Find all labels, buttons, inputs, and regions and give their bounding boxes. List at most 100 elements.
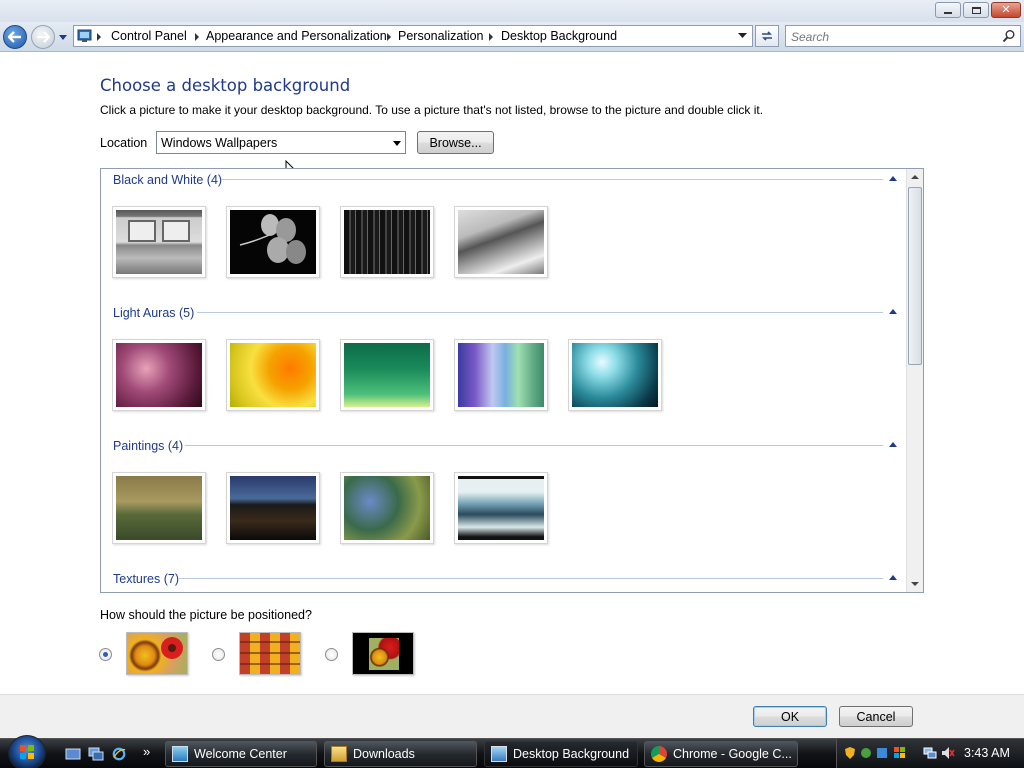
- maximize-icon: [971, 6, 981, 14]
- volume-muted-icon[interactable]: [941, 746, 955, 760]
- forward-button[interactable]: [31, 25, 55, 49]
- breadcrumb[interactable]: Control Panel Appearance and Personaliza…: [73, 25, 753, 47]
- taskbar: » Welcome Center Downloads Desktop Backg…: [0, 735, 1024, 768]
- close-icon: ✕: [1001, 3, 1011, 16]
- close-button[interactable]: ✕: [991, 2, 1021, 18]
- task-label: Welcome Center: [194, 747, 287, 761]
- instructions-text: Click a picture to make it your desktop …: [100, 103, 764, 117]
- cancel-button[interactable]: Cancel: [839, 706, 913, 727]
- group-divider: [179, 578, 883, 579]
- position-tile-thumbnail[interactable]: [239, 632, 301, 675]
- task-welcome-center[interactable]: Welcome Center: [165, 741, 317, 767]
- breadcrumb-separator-icon[interactable]: [387, 33, 391, 41]
- wallpaper-thumbnail[interactable]: [112, 206, 206, 278]
- task-downloads[interactable]: Downloads: [324, 741, 477, 767]
- security-shield-icon[interactable]: [843, 746, 857, 760]
- collapse-group-icon[interactable]: [889, 176, 897, 181]
- group-header-light-auras[interactable]: Light Auras (5): [113, 306, 194, 320]
- windows-logo-icon: [20, 745, 34, 759]
- group-divider: [221, 179, 883, 180]
- task-desktop-background[interactable]: Desktop Background: [484, 741, 638, 767]
- task-label: Downloads: [353, 747, 415, 761]
- position-fit-radio[interactable]: [99, 648, 112, 661]
- wallpaper-thumbnail[interactable]: [340, 339, 434, 411]
- start-button[interactable]: [8, 735, 46, 768]
- back-button[interactable]: [3, 25, 27, 49]
- gallery-scrollbar[interactable]: [906, 169, 923, 592]
- wallpaper-thumbnail[interactable]: [568, 339, 662, 411]
- control-panel-icon: [77, 29, 92, 42]
- wallpaper-thumbnail[interactable]: [226, 472, 320, 544]
- search-input[interactable]: Search: [785, 25, 1021, 47]
- wallpaper-thumbnail[interactable]: [340, 206, 434, 278]
- minimize-icon: [944, 12, 952, 14]
- wallpaper-thumbnail[interactable]: [454, 339, 548, 411]
- breadcrumb-separator-icon[interactable]: [195, 33, 199, 41]
- group-header-paintings[interactable]: Paintings (4): [113, 439, 183, 453]
- wallpaper-thumbnail[interactable]: [454, 472, 548, 544]
- chevron-down-icon: [393, 141, 401, 146]
- chrome-icon: [651, 746, 667, 762]
- taskbar-clock[interactable]: 3:43 AM: [964, 746, 1010, 760]
- position-tile-radio[interactable]: [212, 648, 225, 661]
- wallpaper-thumbnail[interactable]: [112, 472, 206, 544]
- scrollbar-thumb[interactable]: [908, 187, 922, 365]
- internet-explorer-icon[interactable]: [111, 747, 127, 761]
- network-sync-icon[interactable]: [859, 746, 873, 760]
- wallpaper-gallery: Black and White (4) Light Auras (5) Pain…: [100, 168, 924, 593]
- location-label: Location: [100, 136, 148, 150]
- position-center-thumbnail[interactable]: [352, 632, 414, 675]
- group-header-textures[interactable]: Textures (7): [113, 572, 179, 586]
- group-divider: [185, 445, 883, 446]
- collapse-group-icon[interactable]: [889, 309, 897, 314]
- folder-icon: [331, 746, 347, 762]
- collapse-group-icon[interactable]: [889, 442, 897, 447]
- search-icon[interactable]: [1002, 29, 1016, 43]
- browse-button[interactable]: Browse...: [417, 131, 494, 154]
- breadcrumb-personalization[interactable]: Personalization: [398, 29, 483, 43]
- refresh-icon: [762, 31, 772, 41]
- location-dropdown[interactable]: Windows Wallpapers: [156, 131, 406, 154]
- ok-button[interactable]: OK: [753, 706, 827, 727]
- breadcrumb-control-panel[interactable]: Control Panel: [111, 29, 187, 43]
- group-divider: [197, 312, 883, 313]
- maximize-button[interactable]: [963, 2, 989, 18]
- breadcrumb-desktop-background[interactable]: Desktop Background: [501, 29, 617, 43]
- network-icon[interactable]: [923, 746, 937, 760]
- update-icon[interactable]: [875, 746, 889, 760]
- search-placeholder: Search: [791, 30, 830, 44]
- wallpaper-thumbnail[interactable]: [112, 339, 206, 411]
- wallpaper-thumbnail[interactable]: [226, 206, 320, 278]
- group-header-black-and-white[interactable]: Black and White (4): [113, 173, 222, 187]
- breadcrumb-appearance[interactable]: Appearance and Personalization: [206, 29, 387, 43]
- position-center-radio[interactable]: [325, 648, 338, 661]
- position-question: How should the picture be positioned?: [100, 608, 312, 622]
- scroll-down-icon[interactable]: [911, 582, 919, 586]
- wallpaper-thumbnail[interactable]: [226, 339, 320, 411]
- refresh-button[interactable]: [755, 25, 779, 47]
- window-titlebar: ✕: [0, 0, 1024, 22]
- windows-flag-icon[interactable]: [893, 746, 907, 760]
- location-value: Windows Wallpapers: [161, 136, 278, 150]
- wallpaper-thumbnail[interactable]: [454, 206, 548, 278]
- minimize-button[interactable]: [935, 2, 961, 18]
- task-chrome[interactable]: Chrome - Google C...: [644, 741, 798, 767]
- personalization-icon: [491, 746, 507, 762]
- show-desktop-icon[interactable]: [65, 747, 81, 761]
- page-title: Choose a desktop background: [100, 76, 351, 95]
- task-label: Desktop Background: [513, 747, 630, 761]
- breadcrumb-separator-icon[interactable]: [489, 33, 493, 41]
- address-dropdown-icon[interactable]: [738, 33, 747, 39]
- wallpaper-thumbnail[interactable]: [340, 472, 434, 544]
- task-label: Chrome - Google C...: [673, 747, 792, 761]
- collapse-group-icon[interactable]: [889, 575, 897, 580]
- back-arrow-icon: [8, 31, 21, 43]
- quick-launch-overflow[interactable]: »: [143, 744, 150, 759]
- scroll-up-icon[interactable]: [911, 175, 919, 179]
- breadcrumb-separator-icon[interactable]: [97, 33, 101, 41]
- forward-arrow-icon: [37, 31, 50, 43]
- position-fit-thumbnail[interactable]: [126, 632, 188, 675]
- switch-windows-icon[interactable]: [88, 747, 104, 761]
- welcome-center-icon: [172, 746, 188, 762]
- recent-pages-dropdown-icon[interactable]: [58, 32, 68, 42]
